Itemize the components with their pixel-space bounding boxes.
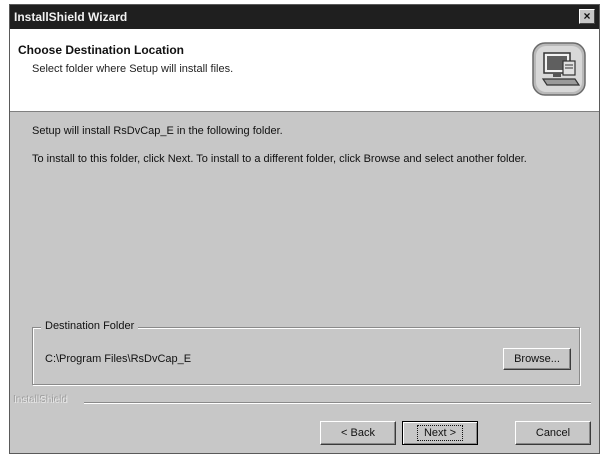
installshield-wizard-window: InstallShield Wizard × Choose Destinatio… (9, 4, 600, 454)
destination-folder-legend: Destination Folder (41, 320, 139, 332)
next-button[interactable]: Next > (402, 421, 478, 445)
instructions-text: To install to this folder, click Next. T… (32, 153, 527, 165)
destination-folder-group: Destination Folder C:\Program Files\RsDv… (32, 320, 580, 385)
install-location-text: Setup will install RsDvCap_E in the foll… (32, 125, 283, 137)
browse-button[interactable]: Browse... (503, 348, 571, 370)
page-title: Choose Destination Location (18, 43, 185, 57)
installshield-brand: InstallShield (14, 395, 68, 406)
next-button-label: Next > (416, 425, 464, 441)
destination-path: C:\Program Files\RsDvCap_E (45, 353, 192, 365)
wizard-header: Choose Destination Location Select folde… (10, 29, 599, 112)
cancel-button[interactable]: Cancel (515, 421, 591, 445)
title-bar: InstallShield Wizard × (10, 5, 599, 29)
window-title: InstallShield Wizard (14, 10, 128, 24)
close-button[interactable]: × (579, 9, 595, 24)
close-icon: × (583, 9, 591, 23)
footer-separator (84, 402, 591, 403)
computer-install-icon (529, 39, 589, 99)
back-button[interactable]: < Back (320, 421, 396, 445)
page-subtitle: Select folder where Setup will install f… (32, 63, 234, 75)
